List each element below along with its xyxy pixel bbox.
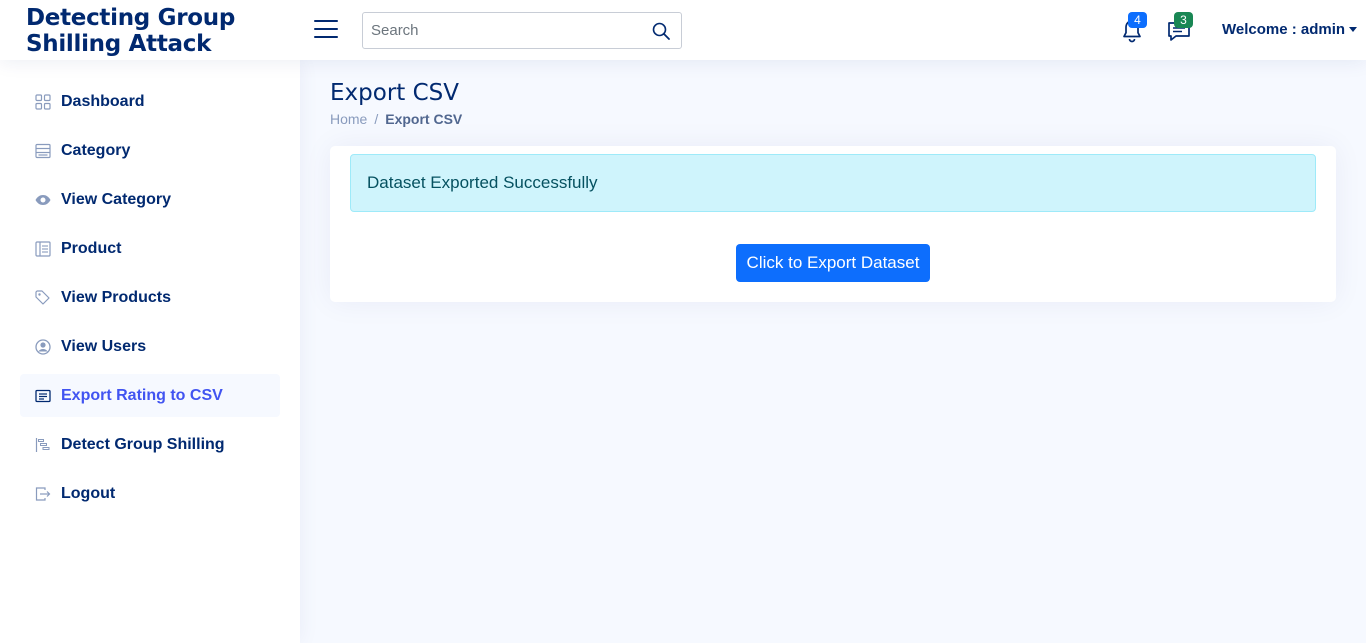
logo-line-2: Shilling Attack <box>26 31 212 57</box>
search-input[interactable] <box>363 13 643 48</box>
box-arrow-right-icon <box>35 486 51 502</box>
sidebar-item-label: Detect Group Shilling <box>61 435 225 453</box>
profile-dropdown[interactable]: Welcome : admin <box>1222 21 1358 38</box>
person-circle-icon <box>35 338 51 355</box>
sidebar-item-label: Dashboard <box>61 92 145 110</box>
notifications-badge: 4 <box>1128 12 1147 28</box>
sidebar-item-label: View Category <box>61 190 171 208</box>
search-icon[interactable] <box>651 21 671 41</box>
tags-icon <box>35 289 51 306</box>
search-form <box>362 12 682 49</box>
sidebar-item-view-products[interactable]: View Products <box>20 276 280 319</box>
sidebar-item-label: Export Rating to CSV <box>61 386 223 404</box>
sidebar-item-category[interactable]: Category <box>20 129 280 172</box>
messages-badge: 3 <box>1174 12 1193 28</box>
breadcrumb: Home / Export CSV <box>330 111 462 127</box>
menu-list-icon <box>35 143 51 159</box>
breadcrumb-separator: / <box>374 111 379 127</box>
export-dataset-button[interactable]: Click to Export Dataset <box>736 244 930 282</box>
sidebar: Dashboard Category View Category Product… <box>0 60 300 643</box>
menu-toggle-icon[interactable] <box>314 20 338 40</box>
caret-down-icon <box>1349 26 1358 32</box>
notifications-bell-icon[interactable]: 4 <box>1120 12 1147 44</box>
sidebar-item-label: Category <box>61 141 131 159</box>
sidebar-item-export-rating-csv[interactable]: Export Rating to CSV <box>20 374 280 417</box>
card-list-icon <box>35 388 51 404</box>
breadcrumb-current: Export CSV <box>385 111 463 127</box>
sidebar-item-dashboard[interactable]: Dashboard <box>20 80 280 123</box>
top-header: Detecting Group Shilling Attack 4 3 Welc… <box>0 0 1366 60</box>
bar-chart-steps-icon <box>35 437 51 453</box>
sidebar-item-detect-group-shilling[interactable]: Detect Group Shilling <box>20 423 280 466</box>
sidebar-item-view-category[interactable]: View Category <box>20 178 280 221</box>
breadcrumb-home-link[interactable]: Home <box>330 111 367 127</box>
logo-line-1: Detecting Group <box>26 5 236 31</box>
page-title: Export CSV <box>330 80 459 106</box>
export-card: Dataset Exported Successfully Click to E… <box>330 146 1336 302</box>
sidebar-item-logout[interactable]: Logout <box>20 472 280 515</box>
layout-text-icon <box>35 240 51 257</box>
eye-icon <box>35 192 51 208</box>
sidebar-item-label: View Users <box>61 337 147 355</box>
sidebar-item-label: View Products <box>61 288 171 306</box>
welcome-label: Welcome : admin <box>1222 21 1346 38</box>
sidebar-item-view-users[interactable]: View Users <box>20 325 280 368</box>
messages-chat-icon[interactable]: 3 <box>1166 12 1193 44</box>
sidebar-item-label: Logout <box>61 484 116 502</box>
sidebar-item-product[interactable]: Product <box>20 227 280 270</box>
success-alert: Dataset Exported Successfully <box>350 154 1316 212</box>
app-logo[interactable]: Detecting Group Shilling Attack <box>26 5 256 57</box>
grid-icon <box>35 93 51 110</box>
sidebar-item-label: Product <box>61 239 122 257</box>
